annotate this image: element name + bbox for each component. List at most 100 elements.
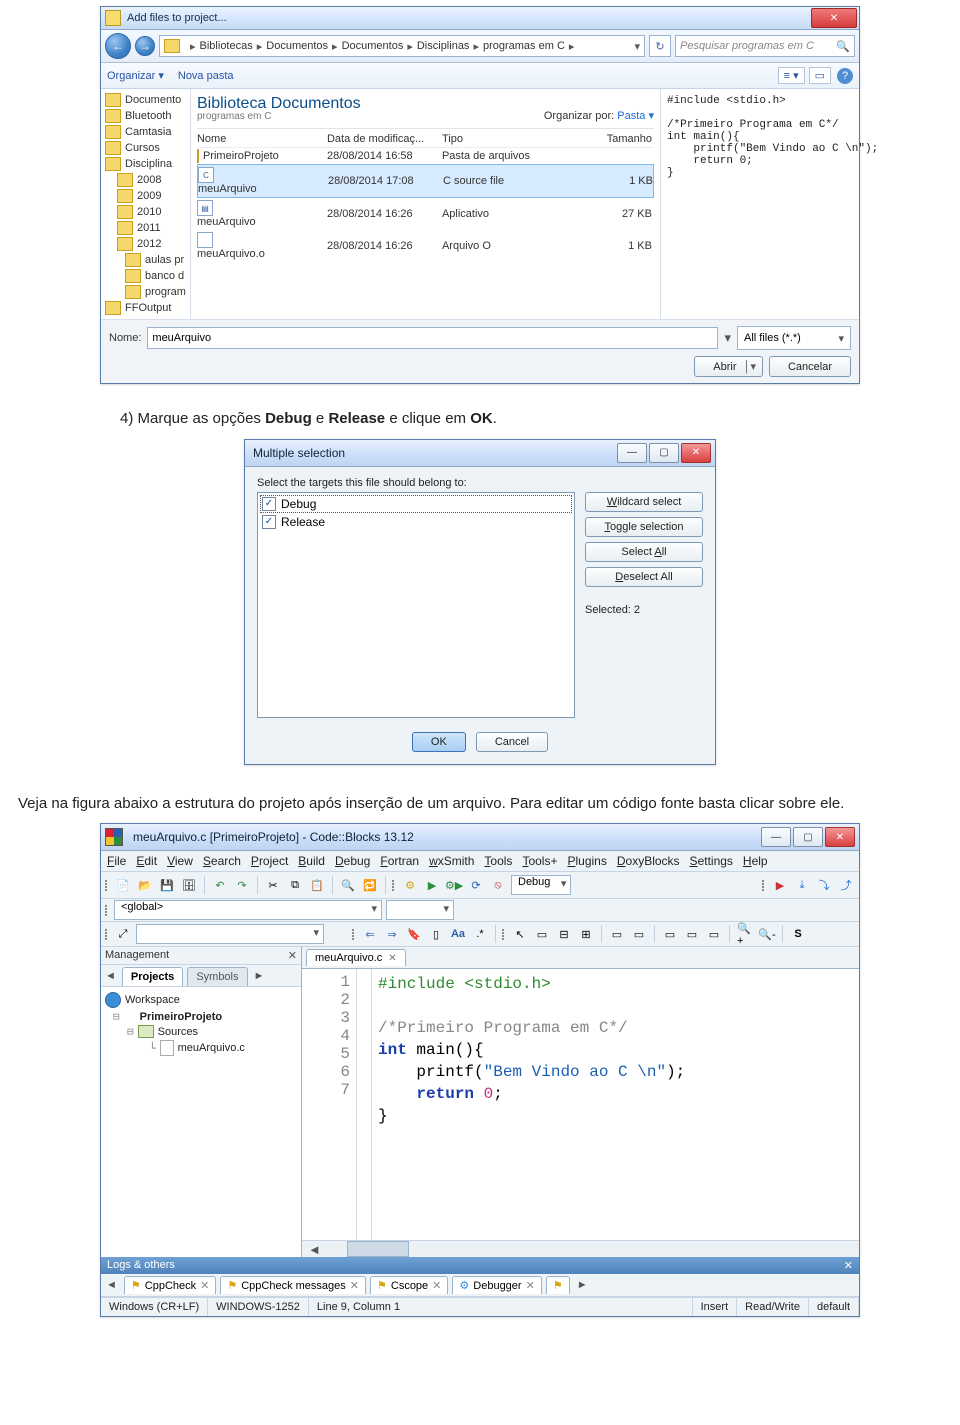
- forward-button[interactable]: →: [135, 36, 155, 56]
- menu-item[interactable]: Plugins: [567, 854, 606, 868]
- log-tab[interactable]: ⚑: [546, 1276, 570, 1294]
- breadcrumb-item[interactable]: Documentos: [266, 40, 328, 52]
- col-size[interactable]: Tamanho: [582, 133, 652, 145]
- organizar-button[interactable]: Organizar: [107, 69, 164, 82]
- aa-icon[interactable]: Aa: [449, 925, 467, 943]
- titlebar[interactable]: Multiple selection — ▢ ✕: [245, 440, 715, 467]
- breadcrumb-item[interactable]: Documentos: [342, 40, 404, 52]
- bookmark-icon[interactable]: 🔖: [405, 925, 423, 943]
- toggle-selection-button[interactable]: Toggle selection: [585, 517, 703, 537]
- redo-icon[interactable]: ↷: [233, 876, 251, 894]
- zoom-out-icon[interactable]: 🔍-: [758, 925, 776, 943]
- tree-item[interactable]: aulas pr: [145, 254, 184, 266]
- open-icon[interactable]: 📂: [136, 876, 154, 894]
- editor-scrollbar[interactable]: ◄: [302, 1240, 859, 1257]
- menu-bar[interactable]: FileEditViewSearchProjectBuildDebugFortr…: [101, 851, 859, 872]
- debug-out-icon[interactable]: ⤴: [837, 876, 855, 894]
- log-tab[interactable]: ⚑Cscope✕: [370, 1276, 448, 1294]
- maximize-button[interactable]: ▢: [793, 827, 823, 847]
- tree-item[interactable]: Cursos: [125, 142, 160, 154]
- undo-icon[interactable]: ↶: [211, 876, 229, 894]
- zoom-in-icon[interactable]: 🔍+: [736, 925, 754, 943]
- menu-item[interactable]: File: [107, 854, 126, 868]
- debug-step-icon[interactable]: ⤓: [793, 876, 811, 894]
- tree-item[interactable]: 2008: [137, 174, 161, 186]
- build-run-icon[interactable]: ⚙▶: [445, 876, 463, 894]
- panel7-icon[interactable]: ▭: [683, 925, 701, 943]
- tree-item[interactable]: banco d: [145, 270, 184, 282]
- tree-item[interactable]: meuArquivo.c: [178, 1042, 245, 1054]
- checkbox[interactable]: ✓: [262, 515, 276, 529]
- find-icon[interactable]: 🔍: [339, 876, 357, 894]
- titlebar[interactable]: meuArquivo.c [PrimeiroProjeto] - Code::B…: [101, 824, 859, 851]
- debug-run-icon[interactable]: ▶: [771, 876, 789, 894]
- close-button[interactable]: ✕: [811, 8, 857, 28]
- saveall-icon[interactable]: 🗄: [180, 876, 198, 894]
- tree-item[interactable]: Documento: [125, 94, 181, 106]
- select-all-button[interactable]: Select All: [585, 542, 703, 562]
- wildcard-select-button[interactable]: Wildcard select: [585, 492, 703, 512]
- panel3-icon[interactable]: ⊞: [577, 925, 595, 943]
- rebuild-icon[interactable]: ⟳: [467, 876, 485, 894]
- panel4-icon[interactable]: ▭: [608, 925, 626, 943]
- fwd-arrow-icon[interactable]: ⇒: [383, 925, 401, 943]
- breadcrumb-item[interactable]: programas em C: [483, 40, 565, 52]
- minimize-button[interactable]: —: [617, 443, 647, 463]
- build-icon[interactable]: ⚙: [401, 876, 419, 894]
- replace-icon[interactable]: 🔁: [361, 876, 379, 894]
- panel6-icon[interactable]: ▭: [661, 925, 679, 943]
- tree-item[interactable]: Sources: [158, 1026, 198, 1038]
- menu-item[interactable]: wxSmith: [429, 854, 474, 868]
- cursor-icon[interactable]: ↖: [511, 925, 529, 943]
- tab-scroll-left[interactable]: ◄: [101, 970, 120, 982]
- menu-item[interactable]: Tools: [484, 854, 512, 868]
- new-icon[interactable]: 📄: [114, 876, 132, 894]
- targets-list[interactable]: ✓Debug ✓Release: [257, 492, 575, 718]
- log-tab[interactable]: ⚑CppCheck✕: [124, 1276, 216, 1294]
- save-icon[interactable]: 💾: [158, 876, 176, 894]
- table-row[interactable]: ▤meuArquivo 28/08/2014 16:26 Aplicativo …: [197, 198, 654, 230]
- close-logs-icon[interactable]: ✕: [844, 1259, 853, 1272]
- tree-item[interactable]: Camtasia: [125, 126, 171, 138]
- editor-tab[interactable]: meuArquivo.c✕: [306, 949, 406, 966]
- list-item[interactable]: ✓Release: [260, 513, 572, 531]
- abrir-button[interactable]: Abrir: [694, 356, 763, 377]
- tree-item[interactable]: 2012: [137, 238, 161, 250]
- tree-item[interactable]: 2010: [137, 206, 161, 218]
- folder-tree[interactable]: Documento Bluetooth Camtasia Cursos Disc…: [101, 89, 191, 319]
- nova-pasta-button[interactable]: Nova pasta: [178, 70, 234, 82]
- expand-icon[interactable]: ⤢: [114, 925, 132, 943]
- abort-icon[interactable]: ⦸: [489, 876, 507, 894]
- tree-item[interactable]: FFOutput: [125, 302, 171, 314]
- organize-by-select[interactable]: Pasta ▾: [617, 110, 654, 122]
- breadcrumb[interactable]: ▸ Bibliotecas▸ Documentos▸ Documentos▸ D…: [159, 35, 645, 57]
- tab-projects[interactable]: Projects: [122, 967, 183, 986]
- filetype-filter[interactable]: All files (*.*)▾: [737, 326, 851, 350]
- s-icon[interactable]: S: [789, 925, 807, 943]
- menu-item[interactable]: Edit: [136, 854, 157, 868]
- maximize-button[interactable]: ▢: [649, 443, 679, 463]
- back-arrow-icon[interactable]: ⇐: [361, 925, 379, 943]
- menu-item[interactable]: Debug: [335, 854, 370, 868]
- table-header[interactable]: Nome Data de modificaç... Tipo Tamanho: [197, 131, 654, 148]
- deselect-all-button[interactable]: Deselect All: [585, 567, 703, 587]
- panel2-icon[interactable]: ⊟: [555, 925, 573, 943]
- symbol-select[interactable]: [136, 924, 324, 944]
- close-button[interactable]: ✕: [825, 827, 855, 847]
- close-panel-icon[interactable]: ✕: [288, 949, 297, 962]
- tree-item[interactable]: PrimeiroProjeto: [140, 1011, 223, 1023]
- tab-symbols[interactable]: Symbols: [187, 967, 247, 986]
- project-tree[interactable]: Workspace ⊟PrimeiroProjeto ⊟Sources └meu…: [101, 987, 301, 1257]
- search-input[interactable]: Pesquisar programas em C 🔍: [675, 35, 855, 57]
- scope-sub-select[interactable]: [386, 900, 454, 920]
- table-row[interactable]: CmeuArquivo 28/08/2014 17:08 C source fi…: [197, 164, 654, 198]
- logs-tabs[interactable]: ◄ ⚑CppCheck✕ ⚑CppCheck messages✕ ⚑Cscope…: [101, 1274, 859, 1297]
- tree-item[interactable]: 2011: [137, 222, 161, 234]
- table-row[interactable]: PrimeiroProjeto 28/08/2014 16:58 Pasta d…: [197, 148, 654, 164]
- close-button[interactable]: ✕: [681, 443, 711, 463]
- back-button[interactable]: ←: [105, 33, 131, 59]
- menu-item[interactable]: Settings: [690, 854, 733, 868]
- tree-item[interactable]: Bluetooth: [125, 110, 171, 122]
- titlebar[interactable]: Add files to project... ✕: [101, 7, 859, 30]
- menu-item[interactable]: Project: [251, 854, 288, 868]
